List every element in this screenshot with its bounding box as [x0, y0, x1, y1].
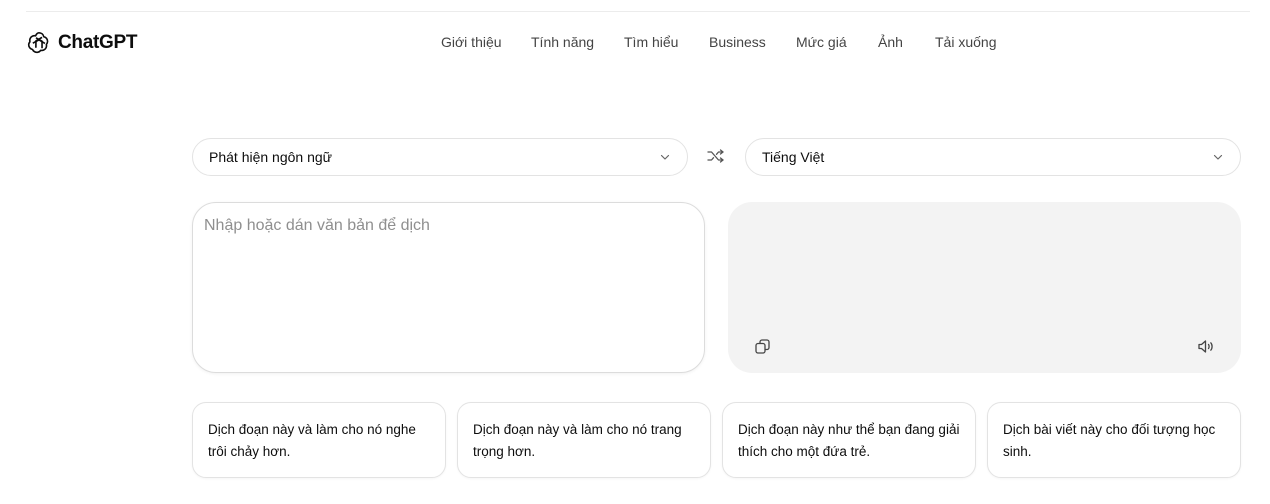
- nav-item-tinh-nang[interactable]: Tính năng: [531, 33, 594, 51]
- suggestion-card[interactable]: Dịch bài viết này cho đối tượng học sinh…: [987, 402, 1241, 478]
- nav-item-tim-hieu[interactable]: Tìm hiểu: [624, 33, 678, 51]
- suggestion-card[interactable]: Dịch đoạn này và làm cho nó trang trọng …: [457, 402, 711, 478]
- chevron-down-icon: [660, 154, 670, 160]
- source-language-label: Phát hiện ngôn ngữ: [209, 149, 333, 165]
- speaker-icon: [1197, 339, 1213, 353]
- nav-item-anh[interactable]: Ảnh: [878, 33, 903, 51]
- shuffle-icon: [707, 149, 724, 163]
- chevron-down-icon: [1213, 154, 1223, 160]
- nav-item-tai-xuong[interactable]: Tải xuống: [935, 33, 996, 51]
- translation-output-panel: [728, 202, 1241, 373]
- suggestion-card[interactable]: Dịch đoạn này và làm cho nó nghe trôi ch…: [192, 402, 446, 478]
- copy-icon: [754, 338, 770, 354]
- suggestion-card[interactable]: Dịch đoạn này như thể bạn đang giải thíc…: [722, 402, 976, 478]
- target-language-select[interactable]: Tiếng Việt: [745, 138, 1241, 176]
- suggestion-list: Dịch đoạn này và làm cho nó nghe trôi ch…: [192, 402, 1241, 478]
- source-text-input[interactable]: [204, 217, 694, 362]
- read-aloud-button[interactable]: [1195, 335, 1217, 357]
- source-language-select[interactable]: Phát hiện ngôn ngữ: [192, 138, 688, 176]
- swap-languages-button[interactable]: [705, 146, 727, 166]
- nav-item-gioi-thieu[interactable]: Giới thiệu: [441, 33, 502, 51]
- copy-button[interactable]: [751, 335, 773, 357]
- main-nav: Giới thiệu Tính năng Tìm hiểu Business M…: [0, 33, 1270, 53]
- header-divider: [26, 11, 1250, 12]
- nav-item-business[interactable]: Business: [709, 33, 766, 51]
- nav-item-muc-gia[interactable]: Mức giá: [796, 33, 847, 51]
- source-text-panel: [192, 202, 705, 373]
- target-language-label: Tiếng Việt: [762, 149, 825, 165]
